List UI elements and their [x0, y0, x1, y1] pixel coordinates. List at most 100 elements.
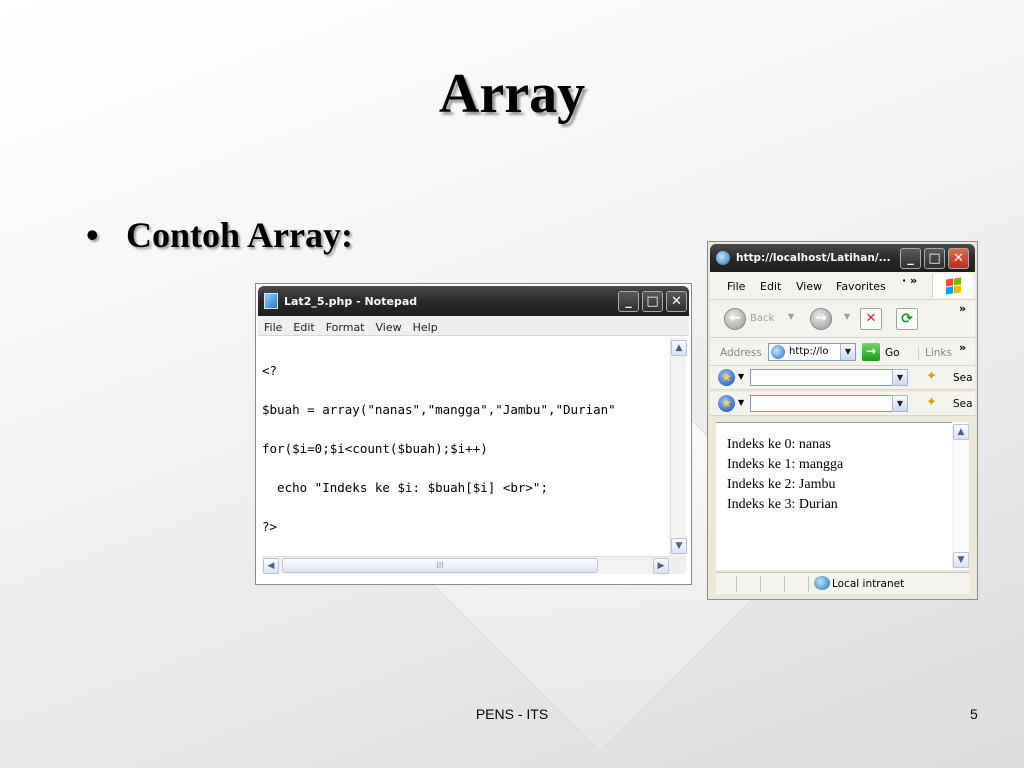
minimize-icon: _: [625, 294, 632, 309]
local-intranet-icon: [814, 576, 830, 590]
favorites-star-icon[interactable]: ★: [718, 395, 735, 412]
slide-title: Array: [438, 63, 586, 125]
menu-favorites[interactable]: Favorites: [836, 280, 886, 293]
go-button[interactable]: →: [862, 343, 880, 361]
output-line: Indeks ke 1: mangga: [727, 457, 844, 472]
browser-vertical-scrollbar[interactable]: ▲ ▼: [952, 422, 969, 570]
chevron-left-icon: ◀: [267, 561, 275, 571]
windows-logo-icon: [932, 274, 972, 298]
address-value: http://lo: [789, 346, 829, 357]
menu-edit[interactable]: Edit: [287, 318, 319, 334]
code-line: echo "Indeks ke $i: $buah[$i] <br>";: [262, 480, 548, 495]
scrollbar-thumb[interactable]: III: [282, 558, 598, 573]
chevron-down-icon: ▼: [957, 555, 965, 565]
stop-button[interactable]: ✕: [860, 308, 882, 330]
minimize-button[interactable]: _: [900, 248, 921, 269]
menu-file[interactable]: File: [727, 280, 745, 293]
status-divider: [760, 576, 761, 592]
chevron-down-icon: ▼: [896, 373, 904, 382]
chevron-up-icon: ▲: [957, 427, 965, 437]
back-arrow-icon: ←: [729, 310, 741, 326]
scroll-left-button[interactable]: ◀: [263, 558, 279, 574]
links-label[interactable]: Links: [918, 347, 952, 359]
search-dropdown-button[interactable]: ▼: [892, 369, 908, 386]
notepad-horizontal-scrollbar[interactable]: ◀ III ▶: [262, 556, 670, 574]
code-line: $buah = array("nanas","mangga","Jambu","…: [262, 402, 616, 417]
refresh-button[interactable]: ⟳: [896, 308, 918, 330]
search-label[interactable]: Sea: [953, 398, 973, 410]
menu-help[interactable]: Help: [407, 318, 443, 334]
browser-menubar: File Edit View Favorites · »: [710, 272, 975, 300]
footer-text: PENS - ITS: [475, 706, 549, 722]
menu-overflow-chevron-icon[interactable]: · »: [902, 274, 917, 287]
scroll-down-button[interactable]: ▼: [953, 552, 969, 568]
scroll-up-button[interactable]: ▲: [953, 424, 969, 440]
favorites-star-icon[interactable]: ★: [718, 369, 735, 386]
menu-edit[interactable]: Edit: [760, 280, 781, 293]
maximize-icon: □: [928, 251, 941, 266]
scroll-up-button[interactable]: ▲: [671, 340, 687, 356]
back-dropdown-icon[interactable]: ▼: [788, 312, 794, 321]
internet-explorer-icon: [716, 251, 730, 265]
browser-titlebar[interactable]: http://localhost/Latihan/... _ □ ✕: [710, 244, 975, 272]
browser-window: http://localhost/Latihan/... _ □ ✕ File …: [707, 241, 978, 600]
bullet-text: Contoh Array:: [126, 215, 353, 255]
links-overflow-chevron-icon[interactable]: »: [959, 341, 966, 354]
page-icon: [771, 345, 785, 359]
back-button[interactable]: ←: [724, 308, 746, 330]
notepad-window: Lat2_5.php - Notepad _ □ ✕ File Edit Forma…: [255, 283, 692, 585]
output-line: Indeks ke 3: Durian: [727, 497, 838, 512]
go-label[interactable]: Go: [885, 347, 900, 359]
search-input[interactable]: [750, 395, 908, 412]
minimize-button[interactable]: _: [618, 291, 639, 312]
stop-icon: ✕: [865, 311, 877, 326]
page-number: 5: [970, 706, 978, 722]
search-icon[interactable]: ✦: [926, 395, 937, 410]
maximize-button[interactable]: □: [924, 248, 945, 269]
code-line: for($i=0;$i<count($buah);$i++): [262, 441, 488, 456]
scroll-down-button[interactable]: ▼: [671, 538, 687, 554]
toolbar-overflow-chevron-icon[interactable]: »: [959, 302, 966, 315]
forward-dropdown-icon[interactable]: ▼: [844, 312, 850, 321]
notepad-text-area[interactable]: <? $buah = array("nanas","mangga","Jambu…: [262, 338, 670, 556]
chevron-up-icon: ▲: [675, 343, 683, 353]
notepad-titlebar[interactable]: Lat2_5.php - Notepad _ □ ✕: [258, 286, 689, 316]
notepad-menubar: File Edit Format View Help: [258, 316, 689, 336]
close-button[interactable]: ✕: [666, 291, 687, 312]
maximize-button[interactable]: □: [642, 291, 663, 312]
address-bar: Address http://lo ▼ → Go Links »: [710, 338, 975, 366]
minimize-icon: _: [907, 251, 914, 266]
notepad-title: Lat2_5.php - Notepad: [284, 295, 418, 308]
resize-grip[interactable]: [670, 556, 686, 574]
menu-view[interactable]: View: [796, 280, 822, 293]
menu-format[interactable]: Format: [320, 318, 370, 334]
chevron-down-icon: ▼: [844, 347, 852, 356]
notepad-vertical-scrollbar[interactable]: ▲ ▼: [670, 338, 687, 556]
search-dropdown-button[interactable]: ▼: [892, 395, 908, 412]
menu-file[interactable]: File: [258, 318, 287, 334]
star-dropdown-icon[interactable]: ▼: [738, 372, 744, 381]
notepad-icon: [264, 293, 278, 309]
close-button[interactable]: ✕: [948, 248, 969, 269]
output-line: Indeks ke 2: Jambu: [727, 477, 836, 492]
status-bar: Local intranet: [716, 572, 970, 594]
chevron-down-icon: ▼: [675, 541, 683, 551]
status-divider: [784, 576, 785, 592]
status-divider: [736, 576, 737, 592]
address-input[interactable]: http://lo ▼: [768, 343, 856, 361]
star-dropdown-icon[interactable]: ▼: [738, 398, 744, 407]
scrollbar-grip: III: [436, 561, 444, 570]
chevron-right-icon: ▶: [657, 561, 665, 571]
search-label[interactable]: Sea: [953, 372, 973, 384]
menu-view[interactable]: View: [370, 318, 407, 334]
maximize-icon: □: [646, 294, 659, 309]
scroll-right-button[interactable]: ▶: [653, 558, 669, 574]
forward-button[interactable]: →: [810, 308, 832, 330]
code-line: ?>: [262, 519, 278, 534]
browser-toolbar: ← Back ▼ → ▼ ✕ ⟳ »: [710, 300, 975, 338]
bullet-item: • Contoh Array:: [86, 214, 353, 256]
address-dropdown-button[interactable]: ▼: [840, 344, 855, 360]
search-input[interactable]: [750, 369, 908, 386]
browser-title: http://localhost/Latihan/...: [736, 252, 891, 264]
search-icon[interactable]: ✦: [926, 369, 937, 384]
